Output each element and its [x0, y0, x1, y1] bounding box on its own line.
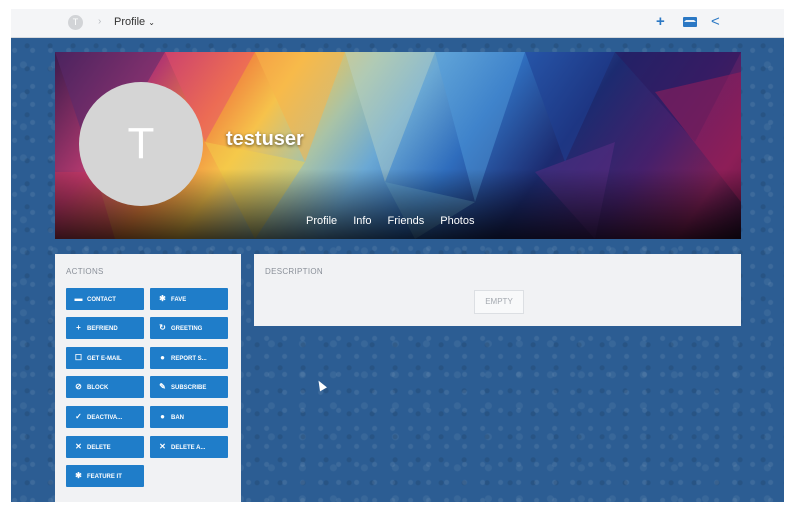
app-frame: T › Profile ⌄ + < T testuser Profile Inf…	[11, 9, 784, 502]
refresh-icon: ↻	[159, 323, 166, 332]
alert-icon: ●	[160, 353, 165, 362]
close-icon: ✕	[75, 442, 82, 451]
ban-label: BAN	[171, 415, 184, 421]
check-icon: ✓	[75, 412, 82, 421]
block-button[interactable]: ⊘ BLOCK	[66, 376, 144, 398]
report-button[interactable]: ● REPORT S...	[150, 347, 228, 369]
asterisk-icon: ✱	[159, 294, 166, 303]
feature-label: FEATURE IT	[87, 474, 122, 480]
contact-button[interactable]: ▬ CONTACT	[66, 288, 144, 310]
mail-icon[interactable]	[683, 17, 697, 27]
get-email-button[interactable]: ☐ GET E-MAIL	[66, 347, 144, 369]
actions-title: ACTIONS	[66, 267, 104, 276]
delete-button[interactable]: ✕ DELETE	[66, 436, 144, 458]
mouse-cursor-icon	[315, 378, 327, 392]
chevron-down-icon: ⌄	[148, 18, 155, 27]
contact-icon: ▬	[74, 294, 83, 303]
fave-button[interactable]: ✱ FAVE	[150, 288, 228, 310]
plus-icon: +	[76, 323, 81, 332]
delete-label: DELETE	[87, 445, 111, 451]
fave-label: FAVE	[171, 297, 187, 303]
profile-menu-label: Profile	[114, 16, 146, 28]
nav-item-profile[interactable]: Profile	[306, 215, 337, 227]
contact-label: CONTACT	[87, 297, 116, 303]
cover-banner: T testuser Profile Info Friends Photos	[55, 52, 741, 239]
username: testuser	[226, 128, 304, 150]
breadcrumb-separator: ›	[98, 16, 102, 27]
share-icon[interactable]: <	[711, 14, 720, 30]
befriend-button[interactable]: + BEFRIEND	[66, 317, 144, 339]
ban-button[interactable]: ● BAN	[150, 406, 228, 428]
description-title: DESCRIPTION	[265, 267, 323, 276]
inbox-icon: ☐	[74, 353, 83, 362]
avatar[interactable]: T	[79, 82, 203, 206]
get-email-label: GET E-MAIL	[87, 356, 122, 362]
profile-menu[interactable]: Profile ⌄	[114, 16, 155, 28]
block-icon: ⊘	[75, 382, 82, 391]
deactivate-label: DEACTIVA...	[87, 415, 123, 421]
pencil-icon: ✎	[159, 382, 166, 391]
profile-nav: Profile Info Friends Photos	[306, 215, 474, 227]
delete-all-label: DELETE A...	[171, 445, 206, 451]
close-icon: ✕	[159, 442, 166, 451]
nav-item-photos[interactable]: Photos	[440, 215, 474, 227]
actions-panel: ACTIONS ▬ CONTACT ✱ FAVE + BEFRIEND ↻ GREETI…	[55, 254, 241, 502]
subscribe-button[interactable]: ✎ SUBSCRIBE	[150, 376, 228, 398]
greeting-button[interactable]: ↻ GREETING	[150, 317, 228, 339]
report-label: REPORT S...	[171, 356, 207, 362]
delete-all-button[interactable]: ✕ DELETE A...	[150, 436, 228, 458]
befriend-label: BEFRIEND	[87, 326, 118, 332]
block-label: BLOCK	[87, 385, 109, 391]
top-bar: T › Profile ⌄ + <	[11, 9, 784, 38]
feature-button[interactable]: ✱ FEATURE IT	[66, 465, 144, 487]
asterisk-icon: ✱	[75, 471, 82, 480]
nav-item-friends[interactable]: Friends	[388, 215, 425, 227]
deactivate-button[interactable]: ✓ DEACTIVA...	[66, 406, 144, 428]
subscribe-label: SUBSCRIBE	[171, 385, 207, 391]
description-panel: DESCRIPTION EMPTY	[254, 254, 741, 326]
home-icon[interactable]: T	[68, 15, 83, 30]
nav-item-info[interactable]: Info	[353, 215, 371, 227]
empty-placeholder: EMPTY	[474, 290, 524, 314]
ban-icon: ●	[160, 412, 165, 421]
greeting-label: GREETING	[171, 326, 203, 332]
plus-icon[interactable]: +	[656, 14, 665, 30]
